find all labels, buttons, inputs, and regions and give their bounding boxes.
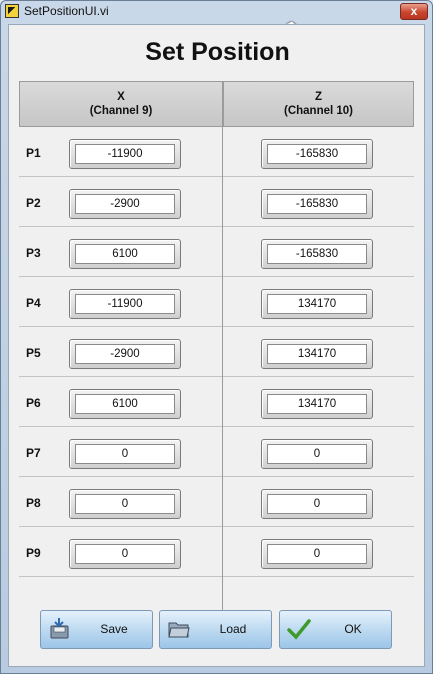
z-position-control[interactable]: [261, 339, 373, 369]
page-title: Set Position: [145, 38, 290, 66]
x-position-control[interactable]: [69, 289, 181, 319]
row-label: P4: [26, 296, 41, 310]
x-position-control[interactable]: [69, 489, 181, 519]
table-row: P1: [19, 127, 414, 177]
z-position-input[interactable]: [267, 344, 367, 364]
close-button[interactable]: x: [400, 3, 428, 20]
z-position-input[interactable]: [267, 144, 367, 164]
column-divider: [222, 127, 223, 622]
open-folder-icon: [168, 622, 190, 638]
x-position-input[interactable]: [75, 194, 175, 214]
x-position-input[interactable]: [75, 294, 175, 314]
x-position-input[interactable]: [75, 544, 175, 564]
position-table: X (Channel 9) Z (Channel 10) P1 P2 P3: [19, 81, 414, 622]
z-position-control[interactable]: [261, 439, 373, 469]
column-header-x-name: X: [117, 91, 125, 103]
x-position-input[interactable]: [75, 144, 175, 164]
row-label: P9: [26, 546, 41, 560]
z-position-control[interactable]: [261, 489, 373, 519]
x-position-input[interactable]: [75, 394, 175, 414]
x-position-input[interactable]: [75, 244, 175, 264]
x-position-control[interactable]: [69, 239, 181, 269]
title-bar[interactable]: SetPositionUI.vi x: [1, 1, 432, 23]
x-position-control[interactable]: [69, 139, 181, 169]
z-position-control[interactable]: [261, 189, 373, 219]
row-label: P6: [26, 396, 41, 410]
table-row: P2: [19, 177, 414, 227]
window-title: SetPositionUI.vi: [24, 4, 109, 18]
table-row: P5: [19, 327, 414, 377]
x-position-input[interactable]: [75, 494, 175, 514]
z-position-control[interactable]: [261, 539, 373, 569]
table-row: P3: [19, 227, 414, 277]
z-position-input[interactable]: [267, 444, 367, 464]
column-header-x-channel: (Channel 9): [89, 105, 153, 117]
column-header-z-name: Z: [314, 91, 323, 103]
load-button-label: Load: [219, 622, 247, 636]
row-label: P5: [26, 346, 41, 360]
table-row: P8: [19, 477, 414, 527]
table-row: P9: [19, 527, 414, 577]
panel: Set Position X (Channel 9) Z (Channel 10…: [8, 24, 425, 667]
column-header-z: Z (Channel 10): [223, 81, 414, 127]
x-position-input[interactable]: [75, 444, 175, 464]
z-position-control[interactable]: [261, 389, 373, 419]
save-button[interactable]: Save: [40, 610, 153, 649]
x-position-control[interactable]: [69, 189, 181, 219]
load-button[interactable]: Load: [159, 610, 272, 649]
app-window: SetPositionUI.vi x Set Position X (Chann…: [0, 0, 433, 674]
ok-button-label: OK: [344, 622, 362, 636]
x-position-input[interactable]: [75, 344, 175, 364]
row-label: P2: [26, 196, 41, 210]
table-row: P4: [19, 277, 414, 327]
z-position-input[interactable]: [267, 494, 367, 514]
z-position-input[interactable]: [267, 194, 367, 214]
x-position-control[interactable]: [69, 389, 181, 419]
x-position-control[interactable]: [69, 539, 181, 569]
z-position-input[interactable]: [267, 244, 367, 264]
z-position-control[interactable]: [261, 239, 373, 269]
save-button-label: Save: [100, 622, 128, 636]
x-position-control[interactable]: [69, 339, 181, 369]
row-label: P8: [26, 496, 41, 510]
column-header-z-channel: (Channel 10): [283, 105, 353, 117]
table-row: P7: [19, 427, 414, 477]
labview-vi-icon: [5, 4, 19, 18]
row-label: P7: [26, 446, 41, 460]
table-row: P6: [19, 377, 414, 427]
checkmark-icon: [287, 619, 311, 640]
row-label: P1: [26, 146, 41, 160]
row-label: P3: [26, 246, 41, 260]
column-header-x: X (Channel 9): [19, 81, 223, 127]
z-position-control[interactable]: [261, 289, 373, 319]
x-position-control[interactable]: [69, 439, 181, 469]
z-position-input[interactable]: [267, 544, 367, 564]
z-position-input[interactable]: [267, 294, 367, 314]
z-position-input[interactable]: [267, 394, 367, 414]
save-disk-icon: [50, 618, 69, 639]
z-position-control[interactable]: [261, 139, 373, 169]
ok-button[interactable]: OK: [279, 610, 392, 649]
